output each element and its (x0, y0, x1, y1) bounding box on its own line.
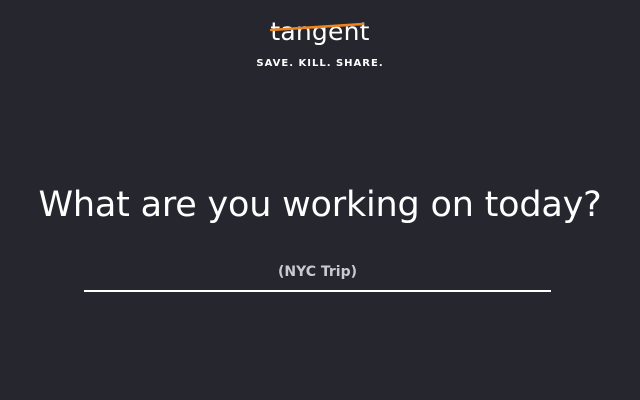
brand-tagline: SAVE. KILL. SHARE. (256, 58, 384, 69)
task-input[interactable] (84, 254, 551, 292)
brand-logo: tangent (270, 14, 369, 50)
header: tangent SAVE. KILL. SHARE. (0, 14, 640, 69)
logo-strike-line (270, 22, 369, 32)
prompt-question: What are you working on today? (38, 185, 602, 225)
